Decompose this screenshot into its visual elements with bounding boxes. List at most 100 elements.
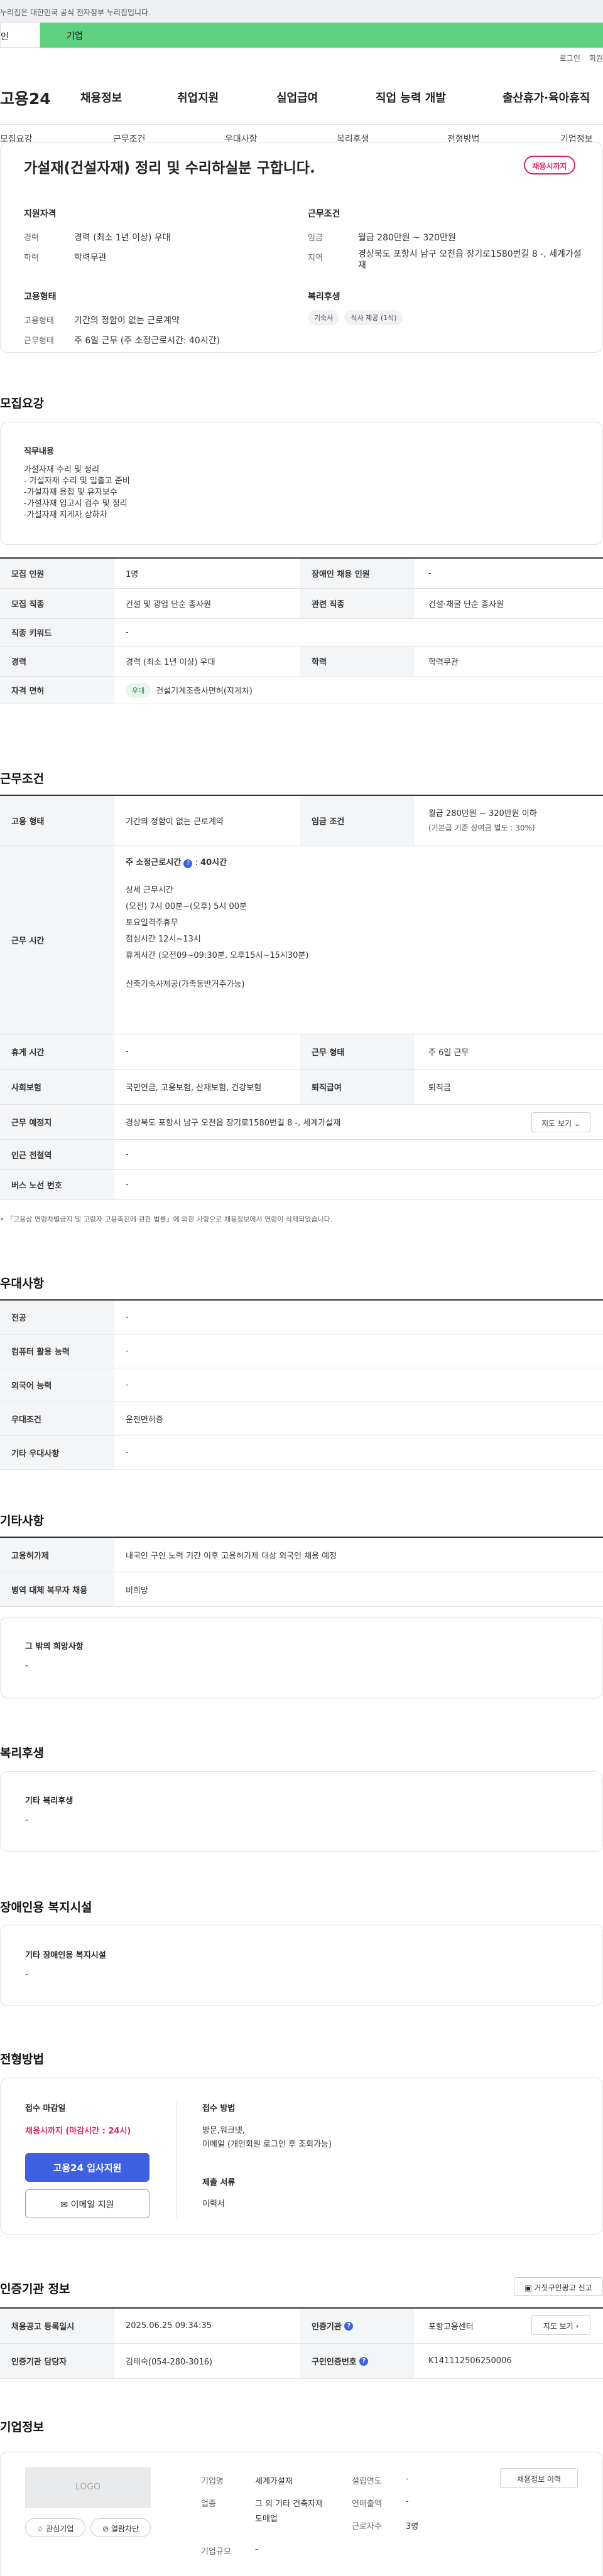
table-row: 고용허가제 내국인 구인 노력 기간 이후 고용허가제 대상 외국인 채용 예정 — [0, 1538, 603, 1572]
company-value: 세계가설재 — [255, 2477, 293, 2486]
section-title-disabled: 장애인용 복지시설 — [0, 1901, 92, 1914]
company-label: 기업규모 — [201, 2547, 231, 2557]
age-note: • 「고용상 연령차별금지 및 고령자 고용촉진에 관한 법률」에 의한 사항으… — [0, 1215, 333, 1223]
recruit-table: 모집 인원 1명 장애인 채용 인원 - 모집 직종 건설 및 광업 단순 종사원 관련 … — [0, 557, 603, 704]
gnb-3[interactable]: 실업급여 — [276, 89, 318, 105]
table-row: 인근 전철역 - — [0, 1140, 603, 1170]
qual-label: 경력 — [24, 233, 39, 243]
company-value: 그 외 기타 건축자재 도매업 — [255, 2499, 323, 2524]
gnb-1[interactable]: 채용정보 — [80, 89, 122, 105]
welfare-chip: 식사 제공 (1식) — [344, 310, 403, 325]
hope-box — [0, 1617, 603, 1699]
welfare-chips: 기숙사 식사 제공 (1식) — [308, 310, 408, 325]
docs-value: 이력서 — [202, 2199, 225, 2209]
company-value: - — [255, 2545, 258, 2554]
gnb-4[interactable]: 직업 능력 개발 — [376, 89, 446, 105]
table-row: 우대조건 운전면허증 — [0, 1402, 603, 1436]
table-row: 근무 예정지 경상북도 포항시 남구 오천읍 장기로1580번길 8 -, 세계가… — [0, 1105, 603, 1140]
table-row: 근무 시간 주 소정근로시간 ? : 40시간 상세 근무시간 (오전) 7시 0… — [0, 846, 603, 1034]
welfare-box — [0, 1771, 603, 1852]
gnb-2[interactable]: 취업지원 — [177, 89, 219, 105]
etc-table: 고용허가제 내국인 구인 노력 기간 이후 고용허가제 대상 외국인 채용 예정 … — [0, 1537, 603, 1607]
disabled-box — [0, 1924, 603, 2006]
info-icon: ? — [359, 2356, 369, 2366]
email-apply-button[interactable]: ✉ 이메일 지원 — [25, 2189, 149, 2218]
table-row: 전공 - — [0, 1301, 603, 1334]
login-link[interactable]: 로그인 — [560, 53, 580, 63]
info-icon: ? — [344, 2321, 354, 2331]
tab-individual[interactable]: 인 — [0, 23, 40, 48]
company-label: 설립연도 — [352, 2477, 382, 2486]
hope-value: - — [25, 1661, 29, 1671]
table-row: 모집 직종 건설 및 광업 단순 종사원 관련 직종 건설·채굴 단순 종사원 — [0, 589, 603, 619]
tab-company[interactable]: 기업 — [40, 23, 603, 48]
table-row: 휴게 시간 - 근무 형태 주 6일 근무 — [0, 1034, 603, 1070]
duty-head: 직무내용 — [24, 447, 54, 456]
table-row: 컴퓨터 활용 능력 - — [0, 1334, 603, 1368]
table-row: 버스 노선 번호 - — [0, 1170, 603, 1200]
table-row: 인증기관 담당자 김태숙(054-280-3016) 구인인증번호 ? K141112… — [0, 2344, 603, 2379]
section-title-auth: 인증기관 정보 — [0, 2282, 70, 2296]
section-title-recruit: 모집요강 — [0, 397, 44, 411]
report-icon: ▣ — [524, 2284, 532, 2292]
section-title-etc: 기타사항 — [0, 1514, 44, 1528]
table-row: 직종 키워드 - — [0, 619, 603, 647]
qual-label: 학력 — [24, 254, 39, 263]
join-link[interactable]: 회원 — [589, 53, 603, 63]
table-row: 경력 경력 (최소 1년 이상) 우대 학력 학력무관 — [0, 647, 603, 677]
qual-value: 경력 (최소 1년 이상) 우대 — [74, 233, 171, 243]
history-button[interactable]: 채용정보 이력 — [500, 2468, 578, 2488]
deadline-badge: 채용시까지 — [524, 156, 575, 174]
welfare-head: 복리후생 — [308, 292, 340, 302]
qual-head: 지원자격 — [24, 209, 57, 219]
favorite-button[interactable]: ☆ 관심기업 — [25, 2518, 85, 2537]
company-label: 근로자수 — [352, 2522, 382, 2531]
table-row: 자격 면허 우대 건설기계조종사면허(지게차) — [0, 677, 603, 704]
gov-notice: 누리집은 대한민국 공식 전자정부 누리집입니다. — [0, 0, 603, 23]
form-label: 고용형태 — [24, 316, 54, 326]
form-value: 기간의 정함이 없는 근로계약 — [74, 316, 180, 326]
section-title-conditions: 근무조건 — [0, 772, 44, 786]
mail-icon: ✉ — [60, 2200, 68, 2210]
preferred-tag: 우대 — [126, 682, 151, 698]
section-title-company: 기업정보 — [0, 2420, 44, 2434]
table-row: 모집 인원 1명 장애인 채용 인원 - — [0, 559, 603, 589]
job-title: 가설재(건설자재) 정리 및 수리하실분 구합니다. — [24, 160, 315, 176]
form-label: 근무형태 — [24, 336, 54, 346]
docs-head: 제출 서류 — [202, 2178, 236, 2187]
welfare-box-head: 기타 복리후생 — [25, 1796, 73, 1806]
util-links: 로그인 회원 — [560, 53, 603, 63]
preference-table: 전공 - 컴퓨터 활용 능력 - 외국어 능력 - 우대조건 운전면허증 기타 우대사항… — [0, 1299, 603, 1470]
disabled-head: 기타 장애인용 복지시설 — [25, 1951, 106, 1960]
auth-map-button[interactable]: 지도 보기 › — [531, 2315, 590, 2335]
welfare-chip: 기숙사 — [308, 310, 340, 325]
company-label: 업종 — [201, 2499, 216, 2509]
cond-label: 지역 — [308, 254, 323, 263]
form-value: 주 6일 근무 (주 소정근로시간: 40시간) — [74, 336, 220, 346]
block-button[interactable]: ⊘ 열람차단 — [90, 2518, 151, 2537]
report-button[interactable]: ▣ 거짓구인광고 신고 — [514, 2277, 603, 2296]
gnb-5[interactable]: 출산휴가·육아휴직 — [503, 89, 590, 105]
cond-value: 월급 280만원 ~ 320만원 — [358, 233, 456, 243]
conditions-table: 고용 형태 기간의 정함이 없는 근로계약 임금 조건 월급 280만원 ~ 320만… — [0, 795, 603, 1200]
cond-value: 경상북도 포항시 남구 오천읍 장기로1580번길 8 -, 세계가설재 — [358, 249, 582, 271]
cond-head: 근무조건 — [308, 209, 340, 219]
duty-text: 가설자재 수리 및 정리 - 가설자재 수리 및 입출고 준비 -가설자재 용접 및… — [24, 465, 130, 520]
info-icon: ? — [183, 859, 193, 868]
company-value: - — [406, 2474, 409, 2484]
disabled-value: - — [25, 1970, 29, 1980]
table-row: 기타 우대사항 - — [0, 1436, 603, 1470]
section-title-selection: 전형방법 — [0, 2053, 44, 2066]
apply-button[interactable]: 고용24 입사지원 — [25, 2153, 149, 2182]
table-row: 채용공고 등록일시 2025.06.25 09:34:35 인증기관 ? 포항고용센터 — [0, 2309, 603, 2344]
table-row: 고용 형태 기간의 정함이 없는 근로계약 임금 조건 월급 280만원 ~ 320만… — [0, 796, 603, 846]
divider — [176, 2100, 177, 2219]
site-logo[interactable]: 고용24 — [0, 87, 51, 109]
method-text: 방문,워크넷, 이메일 (개인회원 로그인 후 조회가능) — [202, 2126, 332, 2149]
company-label: 연매출액 — [352, 2499, 382, 2509]
map-button[interactable]: 지도 보기 ⌄ — [531, 1112, 590, 1132]
table-row: 사회보험 국민연금, 고용보험, 산재보험, 건강보험 퇴직급여 퇴직금 — [0, 1070, 603, 1105]
welfare-box-value: - — [25, 1815, 29, 1825]
deadline-head: 접수 마감일 — [25, 2104, 66, 2113]
table-row: 외국어 능력 - — [0, 1368, 603, 1402]
